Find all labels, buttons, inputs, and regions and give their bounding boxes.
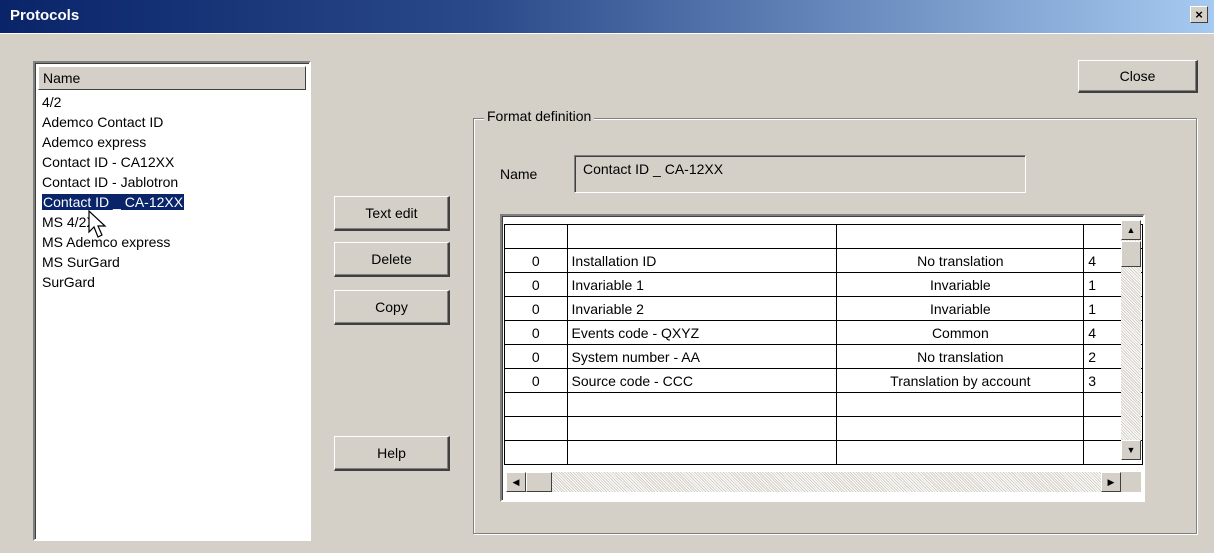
- table-cell[interactable]: 0: [504, 320, 568, 345]
- title-divider: [0, 33, 1214, 34]
- table-cell[interactable]: Invariable 2: [566, 296, 838, 321]
- scroll-left-icon[interactable]: ◀: [506, 472, 526, 492]
- help-button-label: Help: [377, 445, 406, 461]
- table-cell[interactable]: 0: [504, 344, 568, 369]
- protocol-list-item[interactable]: Ademco Contact ID: [38, 112, 306, 132]
- mouse-pointer-icon: [88, 210, 107, 238]
- copy-button[interactable]: Copy: [334, 290, 450, 325]
- protocol-list-item-label: MS SurGard: [42, 254, 120, 270]
- table-cell[interactable]: 0: [504, 368, 568, 393]
- text-edit-button[interactable]: Text edit: [334, 196, 450, 231]
- format-name-field[interactable]: Contact ID _ CA-12XX: [574, 155, 1026, 193]
- help-button[interactable]: Help: [334, 436, 450, 471]
- table-cell[interactable]: Invariable: [836, 272, 1085, 297]
- table-cell[interactable]: [504, 416, 568, 441]
- protocol-list-items: 4/2 Ademco Contact ID Ademco express Contac…: [38, 92, 306, 292]
- scrollbar-corner: [1121, 472, 1141, 492]
- table-cell[interactable]: [836, 440, 1085, 465]
- delete-button[interactable]: Delete: [334, 242, 450, 277]
- table-cell[interactable]: 0: [504, 248, 568, 273]
- table-row[interactable]: 0 System number - AA No translation 2: [504, 344, 1143, 369]
- table-cell[interactable]: 0: [504, 296, 568, 321]
- window-title: Protocols: [10, 7, 80, 24]
- table-cell[interactable]: [836, 224, 1085, 249]
- vertical-scroll-thumb[interactable]: [1121, 241, 1141, 267]
- close-icon[interactable]: ×: [1190, 6, 1208, 23]
- table-cell[interactable]: Common: [836, 320, 1085, 345]
- protocol-list-item[interactable]: Contact ID - CA12XX: [38, 152, 306, 172]
- table-cell[interactable]: 0: [504, 272, 568, 297]
- protocol-list-item-label: 4/2: [42, 94, 62, 110]
- close-button-label: Close: [1119, 68, 1156, 84]
- table-cell[interactable]: [836, 416, 1085, 441]
- format-name-label: Name: [500, 166, 538, 182]
- vertical-scrollbar[interactable]: ▲ ▼: [1121, 220, 1141, 460]
- protocol-list-item[interactable]: Contact ID _ CA-12XX: [38, 192, 306, 212]
- table-row[interactable]: 0 Invariable 1 Invariable 1: [504, 272, 1143, 297]
- table-row[interactable]: [504, 440, 1143, 465]
- table-cell[interactable]: No translation: [836, 344, 1085, 369]
- scroll-down-icon[interactable]: ▼: [1121, 440, 1141, 460]
- table-cell[interactable]: Translation by account: [836, 368, 1085, 393]
- table-cell[interactable]: [566, 440, 838, 465]
- protocol-list-item-label: Ademco Contact ID: [42, 114, 164, 130]
- delete-button-label: Delete: [371, 251, 412, 267]
- table-row[interactable]: 0 Invariable 2 Invariable 1: [504, 296, 1143, 321]
- table-cell[interactable]: [504, 224, 568, 249]
- table-cell[interactable]: [566, 392, 838, 417]
- protocol-list-item[interactable]: SurGard: [38, 272, 306, 292]
- scroll-up-icon[interactable]: ▲: [1121, 220, 1141, 240]
- protocol-list-item[interactable]: 4/2: [38, 92, 306, 112]
- protocol-list-item[interactable]: MS 4/2X: [38, 212, 306, 232]
- protocol-list-item-label: Ademco express: [42, 134, 147, 150]
- protocol-list-item-label: Contact ID _ CA-12XX: [40, 193, 186, 211]
- table-row[interactable]: 0 Events code - QXYZ Common 4: [504, 320, 1143, 345]
- text-edit-button-label: Text edit: [365, 205, 418, 221]
- title-bar: Protocols ×: [0, 0, 1214, 33]
- table-cell[interactable]: [836, 392, 1085, 417]
- copy-button-label: Copy: [375, 299, 408, 315]
- table-row[interactable]: [504, 416, 1143, 441]
- table-cell[interactable]: Invariable 1: [566, 272, 838, 297]
- table-cell[interactable]: No translation: [836, 248, 1085, 273]
- horizontal-scroll-thumb[interactable]: [526, 472, 552, 492]
- scroll-right-icon[interactable]: ▶: [1101, 472, 1121, 492]
- format-grid-table: 0 Installation ID No translation 4 0 Invariab…: [504, 224, 1143, 465]
- table-cell[interactable]: Installation ID: [566, 248, 838, 273]
- format-grid[interactable]: 0 Installation ID No translation 4 0 Invariab…: [500, 214, 1145, 502]
- protocol-listbox[interactable]: Name 4/2 Ademco Contact ID Ademco express C…: [33, 61, 311, 541]
- close-button[interactable]: Close: [1078, 60, 1198, 93]
- table-cell[interactable]: [566, 416, 838, 441]
- protocol-list-item-label: Contact ID - Jablotron: [42, 174, 179, 190]
- protocol-list-item[interactable]: Ademco express: [38, 132, 306, 152]
- protocol-list-item-label: Contact ID - CA12XX: [42, 154, 175, 170]
- format-definition-legend: Format definition: [484, 108, 595, 124]
- protocol-list-item[interactable]: Contact ID - Jablotron: [38, 172, 306, 192]
- table-cell[interactable]: System number - AA: [566, 344, 838, 369]
- protocol-list-item[interactable]: MS SurGard: [38, 252, 306, 272]
- table-row[interactable]: [504, 224, 1143, 249]
- table-cell[interactable]: [504, 440, 568, 465]
- protocol-list-item-label: SurGard: [42, 274, 95, 290]
- table-cell[interactable]: Source code - CCC: [566, 368, 838, 393]
- table-cell[interactable]: [504, 392, 568, 417]
- list-column-header-name[interactable]: Name: [38, 66, 306, 90]
- table-row[interactable]: 0 Installation ID No translation 4: [504, 248, 1143, 273]
- table-cell[interactable]: Invariable: [836, 296, 1085, 321]
- protocol-list-item[interactable]: MS Ademco express: [38, 232, 306, 252]
- table-row[interactable]: [504, 392, 1143, 417]
- table-cell[interactable]: Events code - QXYZ: [566, 320, 838, 345]
- table-cell[interactable]: [566, 224, 838, 249]
- horizontal-scrollbar[interactable]: ◀ ▶: [506, 472, 1121, 492]
- table-row[interactable]: 0 Source code - CCC Translation by account…: [504, 368, 1143, 393]
